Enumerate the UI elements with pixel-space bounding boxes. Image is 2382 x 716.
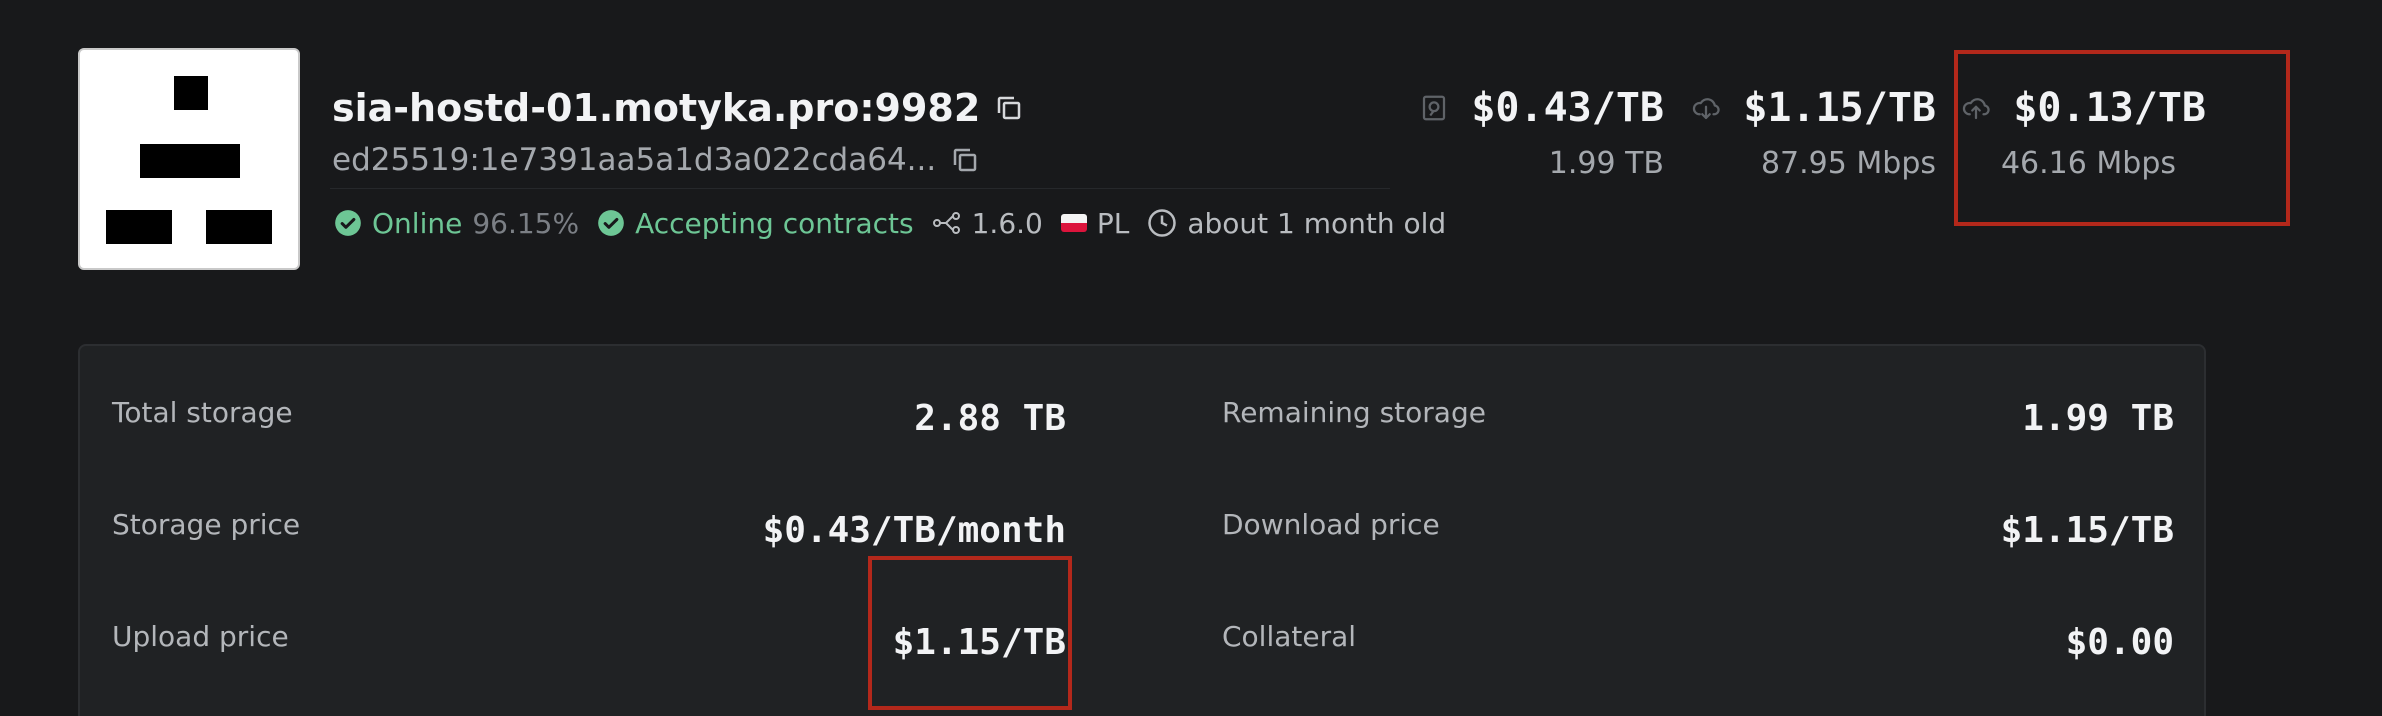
check-circle-icon [334, 209, 362, 237]
country-label: PL [1096, 206, 1130, 240]
online-label: Online [372, 206, 463, 240]
host-address-row: sia-hostd-01.motyka.pro:9982 [332, 80, 1024, 136]
country-badge: PL [1060, 206, 1130, 240]
remaining-storage-value: 1.99 TB [2022, 398, 2174, 439]
storage-price-label: Storage price [112, 508, 301, 541]
storage-price-stat: $0.43/TB 1.99 TB [1419, 80, 1664, 184]
host-public-key: ed25519:1e7391aa5a1d3a022cda64... [332, 142, 937, 178]
upload-cloud-icon [1961, 93, 1991, 123]
host-details-panel: Total storage 2.88 TB Remaining storage … [78, 344, 2206, 716]
download-price-stat: $1.15/TB 87.95 Mbps [1691, 80, 1936, 184]
version-badge: 1.6.0 [932, 207, 1043, 240]
storage-price-month-value: $0.43/TB/month [762, 510, 1066, 551]
accepting-contracts-badge: Accepting contracts [597, 207, 914, 240]
download-price-label: Download price [1222, 508, 1440, 541]
upload-price-value: $0.13/TB [2013, 85, 2206, 131]
storage-price-value: $0.43/TB [1471, 85, 1664, 131]
host-address: sia-hostd-01.motyka.pro:9982 [332, 86, 981, 130]
total-storage-label: Total storage [112, 396, 293, 429]
download-price-detail-value: $1.15/TB [2000, 510, 2174, 551]
host-public-key-row: ed25519:1e7391aa5a1d3a022cda64... [332, 138, 980, 182]
host-avatar [78, 48, 300, 270]
uptime-percent: 96.15% [472, 206, 580, 240]
collateral-label: Collateral [1222, 620, 1357, 653]
age-label: about 1 month old [1187, 206, 1447, 240]
remaining-storage-sub: 1.99 TB [1548, 146, 1664, 181]
upload-price-stat: $0.13/TB 46.16 Mbps [1961, 80, 2206, 184]
check-circle-icon [597, 209, 625, 237]
upload-price-label: Upload price [112, 620, 289, 653]
clock-icon [1147, 208, 1177, 238]
remaining-storage-label: Remaining storage [1222, 396, 1486, 429]
copy-icon[interactable] [994, 93, 1024, 123]
poland-flag-icon [1060, 214, 1087, 232]
age-badge: about 1 month old [1147, 207, 1446, 240]
total-storage-value: 2.88 TB [914, 398, 1066, 439]
host-detail-page: sia-hostd-01.motyka.pro:9982 ed25519:1e7… [0, 0, 2382, 716]
version-label: 1.6.0 [971, 206, 1043, 240]
collateral-value: $0.00 [2065, 622, 2174, 663]
header-divider [330, 188, 1390, 189]
host-badges: Online 96.15% Accepting contracts 1.6.0 … [334, 200, 1464, 246]
copy-icon[interactable] [950, 145, 980, 175]
download-cloud-icon [1691, 93, 1721, 123]
upload-speed-sub: 46.16 Mbps [2000, 146, 2176, 181]
online-badge: Online 96.15% [334, 207, 579, 240]
accepting-contracts-label: Accepting contracts [635, 206, 914, 240]
download-speed-sub: 87.95 Mbps [1760, 146, 1936, 181]
upload-price-detail-value: $1.15/TB [892, 622, 1066, 663]
storage-icon [1419, 93, 1449, 123]
download-price-value: $1.15/TB [1743, 85, 1936, 131]
version-graph-icon [932, 210, 962, 236]
